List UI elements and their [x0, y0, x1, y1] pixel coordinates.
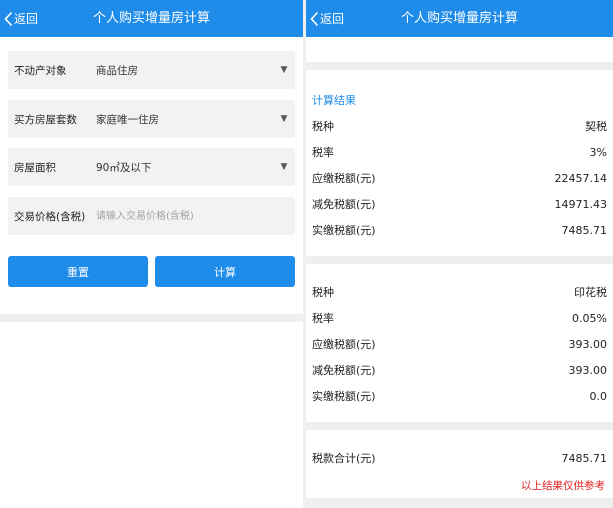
calculator-form-screen: 返回 个人购买增量房计算 不动产对象 商品住房 ▼ 买方房屋套数 家庭唯一住房 … [0, 0, 303, 508]
result-value: 22457.14 [554, 171, 608, 185]
chevron-left-icon [310, 11, 319, 26]
chevron-left-icon [4, 11, 13, 26]
transaction-price-input[interactable] [96, 202, 295, 230]
dropdown-arrow-icon: ▼ [280, 162, 288, 172]
deed-tax-exemption-row: 减免税额(元) 14971.43 [312, 195, 607, 213]
calculate-button[interactable]: 计算 [155, 256, 295, 287]
section-divider [306, 422, 613, 430]
result-value: 393.00 [568, 363, 608, 377]
result-value: 印花税 [574, 286, 607, 299]
stamp-tax-payable-row: 应缴税额(元) 393.00 [312, 335, 607, 353]
back-button[interactable]: 返回 [0, 0, 38, 37]
result-label: 减免税额(元) [312, 198, 376, 211]
result-value: 7485.71 [561, 223, 608, 237]
total-label: 税款合计(元) [312, 452, 376, 465]
result-label: 实缴税额(元) [312, 224, 376, 237]
result-value: 0.0 [589, 389, 608, 403]
housing-count-label: 买方房屋套数 [14, 113, 77, 126]
deed-tax-rate-row: 税率 3% [312, 143, 607, 161]
transaction-price-label: 交易价格(含税) [14, 210, 86, 223]
deed-tax-type-row: 税种 契税 [312, 117, 607, 135]
housing-count-select[interactable]: 买方房屋套数 家庭唯一住房 ▼ [8, 100, 295, 138]
housing-count-value: 家庭唯一住房 [96, 113, 159, 126]
calculation-result-screen: 返回 个人购买增量房计算 计算结果 税种 契税 税率 3% 应缴税额(元) 22… [306, 0, 613, 508]
disclaimer-note: 以上结果仅供参考 [521, 480, 605, 492]
property-type-value: 商品住房 [96, 64, 138, 77]
stamp-tax-rate-row: 税率 0.05% [312, 309, 607, 327]
dropdown-arrow-icon: ▼ [280, 65, 288, 75]
back-button[interactable]: 返回 [306, 0, 344, 37]
result-label: 税种 [312, 286, 334, 299]
page-title: 个人购买增量房计算 [400, 11, 518, 26]
section-divider [306, 498, 613, 508]
section-divider [306, 256, 613, 264]
stamp-tax-actual-row: 实缴税额(元) 0.0 [312, 387, 607, 405]
result-label: 实缴税额(元) [312, 390, 376, 403]
result-label: 税率 [312, 312, 334, 325]
header-bar: 返回 个人购买增量房计算 [0, 0, 303, 37]
back-label: 返回 [320, 12, 345, 26]
header-bar: 返回 个人购买增量房计算 [306, 0, 613, 37]
result-value: 契税 [585, 120, 607, 133]
result-section-title: 计算结果 [312, 94, 356, 107]
dropdown-arrow-icon: ▼ [280, 114, 288, 124]
result-label: 减免税额(元) [312, 364, 376, 377]
reset-button[interactable]: 重置 [8, 256, 148, 287]
result-label: 税种 [312, 120, 334, 133]
result-label: 税率 [312, 146, 334, 159]
house-area-value: 90㎡及以下 [96, 161, 152, 174]
property-type-select[interactable]: 不动产对象 商品住房 ▼ [8, 51, 295, 89]
result-value: 393.00 [568, 337, 608, 351]
page-title: 个人购买增量房计算 [92, 11, 210, 26]
house-area-select[interactable]: 房屋面积 90㎡及以下 ▼ [8, 148, 295, 186]
total-value: 7485.71 [561, 451, 608, 465]
property-type-label: 不动产对象 [14, 64, 67, 77]
result-label: 应缴税额(元) [312, 172, 376, 185]
deed-tax-payable-row: 应缴税额(元) 22457.14 [312, 169, 607, 187]
transaction-price-row: 交易价格(含税) [8, 197, 295, 235]
total-tax-row: 税款合计(元) 7485.71 [312, 449, 607, 467]
result-value: 0.05% [572, 311, 607, 325]
section-divider [306, 62, 613, 70]
section-divider [0, 314, 303, 322]
stamp-tax-exemption-row: 减免税额(元) 393.00 [312, 361, 607, 379]
house-area-label: 房屋面积 [14, 161, 56, 174]
stamp-tax-type-row: 税种 印花税 [312, 283, 607, 301]
result-value: 14971.43 [554, 197, 608, 211]
result-value: 3% [589, 145, 607, 159]
result-label: 应缴税额(元) [312, 338, 376, 351]
back-label: 返回 [14, 12, 39, 26]
deed-tax-actual-row: 实缴税额(元) 7485.71 [312, 221, 607, 239]
